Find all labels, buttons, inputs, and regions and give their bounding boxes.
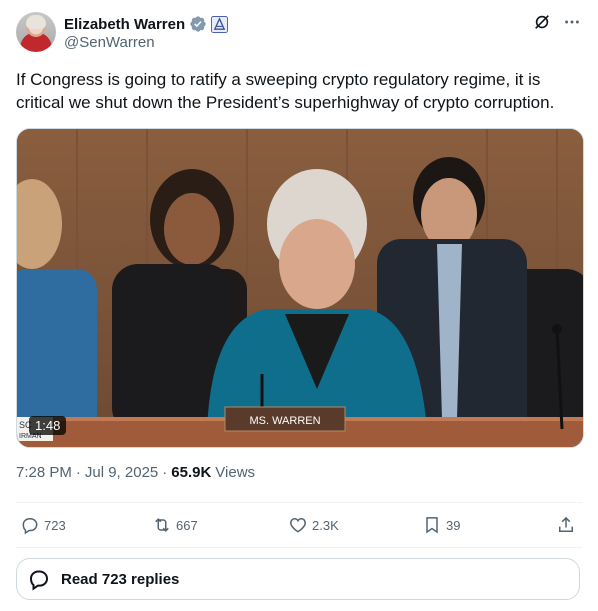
avatar[interactable] xyxy=(16,12,56,52)
repost-icon xyxy=(155,518,169,532)
grok-icon[interactable] xyxy=(532,12,552,32)
display-name[interactable]: Elizabeth Warren xyxy=(64,16,185,33)
like-button[interactable]: 2.3K xyxy=(288,503,339,547)
name-row: Elizabeth Warren xyxy=(64,14,229,34)
tweet-meta: 7:28 PM · Jul 9, 2025 · 65.9K Views xyxy=(16,464,255,481)
government-badge-icon[interactable] xyxy=(211,15,229,33)
bookmark-icon xyxy=(426,517,438,534)
reply-icon xyxy=(22,518,38,535)
tweet-header: Elizabeth Warren @SenWarren xyxy=(16,12,582,56)
like-count: 2.3K xyxy=(312,517,339,533)
meta-separator: · xyxy=(162,464,168,481)
tweet-time[interactable]: 7:28 PM xyxy=(16,464,72,481)
nameplate-text: MS. WARREN xyxy=(249,415,320,427)
meta-separator: · xyxy=(75,464,81,481)
handle[interactable]: @SenWarren xyxy=(64,34,155,51)
tweet-date[interactable]: Jul 9, 2025 xyxy=(85,464,158,481)
read-replies-label: Read 723 replies xyxy=(61,570,180,588)
read-replies-button[interactable]: Read 723 replies xyxy=(16,558,580,600)
reply-icon xyxy=(29,570,49,591)
action-bar: 723 667 2.3K 39 xyxy=(16,503,582,547)
heart-icon xyxy=(290,517,306,533)
more-options-icon[interactable] xyxy=(562,12,582,32)
views-label: Views xyxy=(215,464,256,481)
bookmark-count: 39 xyxy=(446,517,461,533)
repost-count: 667 xyxy=(176,517,198,533)
verified-badge-icon[interactable] xyxy=(189,15,207,33)
top-actions xyxy=(532,12,582,32)
divider xyxy=(16,547,582,548)
reply-button[interactable]: 723 xyxy=(20,503,66,547)
video-player[interactable]: MS. WARREN SC IRMAN 1:48 xyxy=(16,128,584,448)
bookmark-button[interactable]: 39 xyxy=(422,503,460,547)
share-icon xyxy=(559,516,573,532)
repost-button[interactable]: 667 xyxy=(152,503,198,547)
reply-count: 723 xyxy=(44,517,66,533)
views-count: 65.9K xyxy=(171,464,212,481)
video-frame: MS. WARREN SC IRMAN xyxy=(17,129,583,447)
video-duration: 1:48 xyxy=(29,416,67,435)
share-button[interactable] xyxy=(556,503,576,547)
tweet-text: If Congress is going to ratify a sweepin… xyxy=(16,70,555,112)
